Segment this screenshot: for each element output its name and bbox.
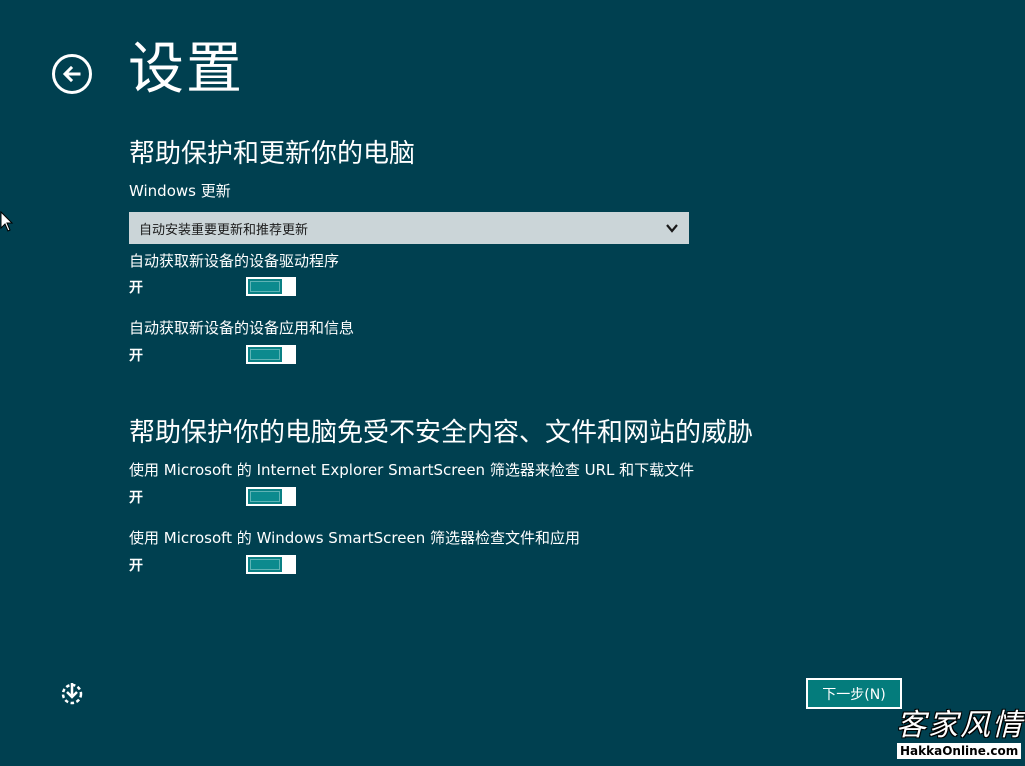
windows-update-select[interactable]: 自动安装重要更新和推荐更新 bbox=[129, 212, 689, 244]
watermark-chinese: 客家风情 bbox=[896, 708, 1024, 743]
mouse-cursor-icon bbox=[0, 211, 14, 232]
page-title: 设置 bbox=[128, 37, 244, 102]
toggle-fill bbox=[250, 559, 280, 570]
next-button[interactable]: 下一步(N) bbox=[806, 678, 902, 709]
ie-smartscreen-toggle-state: 开 bbox=[129, 490, 143, 506]
windows-update-label: Windows 更新 bbox=[129, 182, 231, 200]
toggle-thumb bbox=[282, 279, 294, 294]
toggle-thumb bbox=[282, 347, 294, 362]
ease-of-access-icon[interactable] bbox=[59, 680, 85, 706]
drivers-toggle-state: 开 bbox=[129, 280, 143, 296]
chevron-down-icon bbox=[666, 224, 678, 233]
apps-toggle[interactable] bbox=[246, 345, 296, 364]
toggle-fill bbox=[250, 491, 280, 502]
windows-update-selected-value: 自动安装重要更新和推荐更新 bbox=[139, 222, 309, 238]
section-title-security: 帮助保护你的电脑免受不安全内容、文件和网站的威胁 bbox=[129, 418, 754, 448]
back-button[interactable] bbox=[52, 54, 92, 94]
apps-label: 自动获取新设备的设备应用和信息 bbox=[129, 319, 355, 337]
drivers-label: 自动获取新设备的设备驱动程序 bbox=[129, 252, 340, 270]
toggle-fill bbox=[250, 349, 280, 360]
toggle-thumb bbox=[282, 489, 294, 504]
watermark-url: HakkaOnline.com bbox=[897, 743, 1022, 759]
win-smartscreen-toggle-state: 开 bbox=[129, 558, 143, 574]
section-title-update: 帮助保护和更新你的电脑 bbox=[129, 139, 416, 169]
ie-smartscreen-label: 使用 Microsoft 的 Internet Explorer SmartSc… bbox=[129, 461, 695, 479]
toggle-fill bbox=[250, 281, 280, 292]
win-smartscreen-label: 使用 Microsoft 的 Windows SmartScreen 筛选器检查… bbox=[129, 529, 581, 547]
drivers-toggle[interactable] bbox=[246, 277, 296, 296]
toggle-thumb bbox=[282, 557, 294, 572]
apps-toggle-state: 开 bbox=[129, 348, 143, 364]
back-arrow-icon bbox=[62, 65, 81, 83]
ie-smartscreen-toggle[interactable] bbox=[246, 487, 296, 506]
win-smartscreen-toggle[interactable] bbox=[246, 555, 296, 574]
